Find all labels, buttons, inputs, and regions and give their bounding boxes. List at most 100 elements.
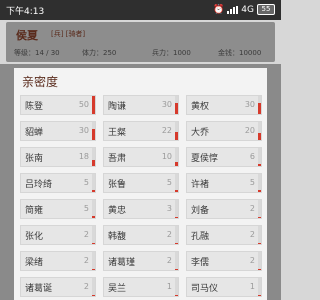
character-name: 司马仪 [191, 284, 219, 294]
intimacy-track [175, 278, 178, 296]
character-name: 孔融 [191, 232, 210, 242]
character-name: 刘备 [191, 206, 210, 216]
status-time: 下午4:13 [6, 7, 45, 17]
intimacy-value: 30 [244, 100, 255, 109]
network-label: 4G [241, 4, 254, 15]
character-name: 王粲 [108, 128, 127, 138]
intimacy-track [258, 200, 261, 218]
intimacy-bar [92, 129, 95, 140]
intimacy-bar [175, 162, 178, 166]
intimacy-bar [92, 160, 95, 166]
intimacy-track [175, 200, 178, 218]
intimacy-value: 2 [249, 230, 255, 239]
intimacy-bar [92, 96, 95, 114]
character-name: 张鲁 [108, 180, 127, 190]
intimacy-value: 2 [83, 256, 89, 265]
intimacy-bar [175, 243, 178, 244]
character-name: 简雍 [25, 206, 44, 216]
intimacy-item[interactable]: 大乔 20 [186, 121, 262, 141]
intimacy-bar [258, 133, 261, 140]
intimacy-value: 30 [78, 126, 89, 135]
intimacy-value: 2 [83, 230, 89, 239]
intimacy-item[interactable]: 梁绪 2 [20, 251, 96, 271]
intimacy-bar [92, 216, 95, 218]
profile-level: 等级：14 / 30 [14, 49, 60, 57]
intimacy-bar [175, 103, 178, 114]
intimacy-value: 3 [166, 204, 172, 213]
intimacy-bar [258, 295, 261, 296]
intimacy-item[interactable]: 张化 2 [20, 225, 96, 245]
intimacy-item[interactable]: 张南 18 [20, 147, 96, 167]
dialog-title: 亲密度 [22, 75, 59, 89]
profile-troops: 兵力：1000 [152, 49, 191, 57]
profile-name: 侯夏 [16, 29, 38, 42]
character-name: 陶谦 [108, 102, 127, 112]
intimacy-value: 10 [161, 152, 172, 161]
intimacy-bar [92, 190, 95, 192]
profile-stamina: 体力：250 [82, 49, 117, 57]
intimacy-bar [258, 243, 261, 244]
intimacy-item[interactable]: 陶谦 30 [103, 95, 179, 115]
intimacy-dialog: 亲密度 陈登 50 陶谦 30 黄权 30 貂蝉 30 王粲 22 大乔 20 张南 18 吾肃 10 夏侯惇 6… [14, 68, 267, 300]
intimacy-track [258, 226, 261, 244]
character-name: 大乔 [191, 128, 210, 138]
intimacy-value: 5 [249, 178, 255, 187]
intimacy-bar [175, 132, 178, 140]
character-name: 梁绪 [25, 258, 44, 268]
intimacy-track [258, 252, 261, 270]
intimacy-item[interactable]: 许褚 5 [186, 173, 262, 193]
intimacy-item[interactable]: 孔融 2 [186, 225, 262, 245]
intimacy-grid: 陈登 50 陶谦 30 黄权 30 貂蝉 30 王粲 22 大乔 20 张南 18 吾肃 10 夏侯惇 6 吕玲绮 5… [20, 95, 264, 297]
character-name: 黄权 [191, 102, 210, 112]
intimacy-value: 2 [249, 256, 255, 265]
intimacy-bar [175, 190, 178, 192]
intimacy-item[interactable]: 王粲 22 [103, 121, 179, 141]
intimacy-track [258, 278, 261, 296]
intimacy-item[interactable]: 貂蝉 30 [20, 121, 96, 141]
intimacy-item[interactable]: 李儒 2 [186, 251, 262, 271]
intimacy-item[interactable]: 诸葛诞 2 [20, 277, 96, 297]
intimacy-item[interactable]: 吕玲绮 5 [20, 173, 96, 193]
intimacy-bar [258, 190, 261, 192]
intimacy-item[interactable]: 黄忠 3 [103, 199, 179, 219]
intimacy-item[interactable]: 司马仪 1 [186, 277, 262, 297]
character-name: 许褚 [191, 180, 210, 190]
intimacy-item[interactable]: 简雍 5 [20, 199, 96, 219]
status-right: ⏰ 4G 55 [213, 4, 275, 15]
status-bar: 下午4:13 ⏰ 4G 55 [0, 0, 281, 20]
intimacy-value: 50 [78, 100, 89, 109]
intimacy-item[interactable]: 陈登 50 [20, 95, 96, 115]
intimacy-item[interactable]: 吴兰 1 [103, 277, 179, 297]
character-name: 诸葛诞 [25, 284, 53, 294]
intimacy-bar [175, 295, 178, 296]
intimacy-item[interactable]: 诸葛瑾 2 [103, 251, 179, 271]
character-name: 李儒 [191, 258, 210, 268]
intimacy-track [175, 252, 178, 270]
intimacy-value: 6 [249, 152, 255, 161]
intimacy-value: 1 [166, 282, 172, 291]
intimacy-item[interactable]: 刘备 2 [186, 199, 262, 219]
intimacy-bar [258, 103, 261, 114]
alarm-icon: ⏰ [213, 4, 225, 15]
intimacy-bar [258, 217, 261, 218]
intimacy-value: 2 [83, 282, 89, 291]
intimacy-value: 18 [78, 152, 89, 161]
character-name: 吴兰 [108, 284, 127, 294]
intimacy-item[interactable]: 黄权 30 [186, 95, 262, 115]
intimacy-track [92, 226, 95, 244]
profile-tags: [兵] [骑者] [51, 30, 86, 38]
character-name: 夏侯惇 [191, 154, 219, 164]
intimacy-item[interactable]: 张鲁 5 [103, 173, 179, 193]
character-name: 貂蝉 [25, 128, 44, 138]
intimacy-value: 22 [161, 126, 172, 135]
character-name: 张南 [25, 154, 44, 164]
intimacy-item[interactable]: 韩馥 2 [103, 225, 179, 245]
character-name: 陈登 [25, 102, 44, 112]
intimacy-item[interactable]: 吾肃 10 [103, 147, 179, 167]
character-name: 韩馥 [108, 232, 127, 242]
intimacy-value: 30 [161, 100, 172, 109]
intimacy-track [92, 278, 95, 296]
profile-money: 金钱：10000 [218, 49, 262, 57]
battery-icon: 55 [257, 4, 275, 15]
intimacy-item[interactable]: 夏侯惇 6 [186, 147, 262, 167]
